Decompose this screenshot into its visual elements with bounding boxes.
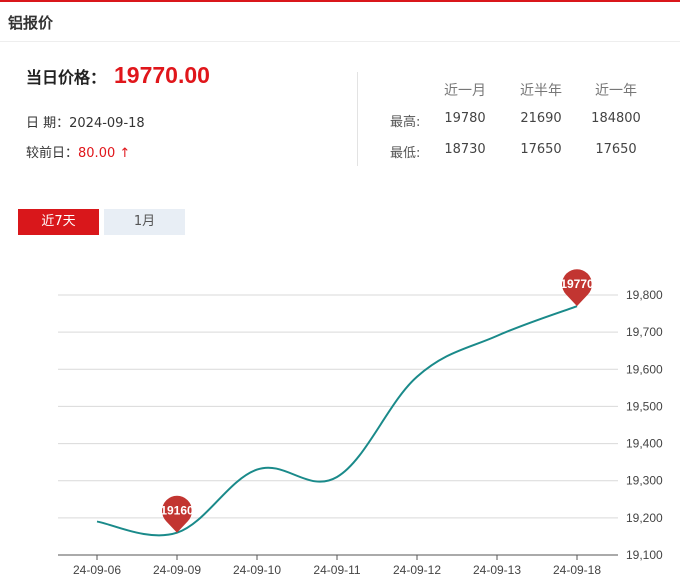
stats-header-month: 近一月 xyxy=(444,83,486,99)
price-date: 日 期：2024-09-18 xyxy=(26,116,145,131)
y-tick-label: 19,500 xyxy=(626,399,663,413)
y-tick-label: 19,300 xyxy=(626,474,663,488)
stats-low-halfyear: 17650 xyxy=(520,142,562,157)
x-tick-label: 24-09-10 xyxy=(233,563,281,577)
stats-low-year: 17650 xyxy=(595,142,637,157)
y-tick-label: 19,200 xyxy=(626,511,663,525)
price-line-chart: 19,100 19,200 19,300 19,400 19,500 19,600 19,7… xyxy=(58,269,663,577)
panel-header: 铝报价 xyxy=(0,2,680,42)
x-tick-label: 24-09-11 xyxy=(313,563,360,577)
vertical-divider xyxy=(357,72,358,166)
y-tick-label: 19,700 xyxy=(626,325,663,339)
x-tick-label: 24-09-06 xyxy=(73,563,121,577)
stats-high-halfyear: 21690 xyxy=(520,111,562,126)
y-tick-label: 19,400 xyxy=(626,437,663,451)
price-summary: 当日价格： 19770.00 日 期：2024-09-18 较前日：80.00 … xyxy=(26,62,210,161)
price-stats-table: 近一月 近半年 近一年 最高: 19780 21690 184800 最低: 1… xyxy=(375,76,675,166)
price-row: 当日价格： 19770.00 xyxy=(26,62,210,89)
x-tick-label: 24-09-12 xyxy=(393,563,441,577)
tab-1month[interactable]: 1月 xyxy=(104,209,185,235)
stats-header-halfyear: 近半年 xyxy=(520,83,562,99)
x-tick-label: 24-09-09 xyxy=(153,563,201,577)
y-tick-label: 19,100 xyxy=(626,548,663,562)
marker-label: 19770 xyxy=(560,277,594,291)
stats-header-year: 近一年 xyxy=(595,83,637,99)
change-value: 80.00 ↑ xyxy=(78,146,131,161)
y-tick-label: 19,600 xyxy=(626,362,663,376)
x-tick-label: 24-09-18 xyxy=(553,563,601,577)
price-change: 较前日：80.00 ↑ xyxy=(26,142,130,161)
price-value: 19770.00 xyxy=(114,62,210,88)
range-tabs: 近7天 1月 xyxy=(18,209,190,235)
change-label: 较前日： xyxy=(26,146,79,161)
marker-label: 19160 xyxy=(160,504,194,518)
stats-high-month: 19780 xyxy=(444,111,486,126)
price-label: 当日价格： xyxy=(26,68,107,87)
stats-high-year: 184800 xyxy=(591,111,641,126)
panel-title: 铝报价 xyxy=(8,14,54,32)
stats-low-month: 18730 xyxy=(444,142,486,157)
x-tick-label: 24-09-13 xyxy=(473,563,521,577)
tab-7days[interactable]: 近7天 xyxy=(18,209,99,235)
y-tick-label: 19,800 xyxy=(626,288,663,302)
